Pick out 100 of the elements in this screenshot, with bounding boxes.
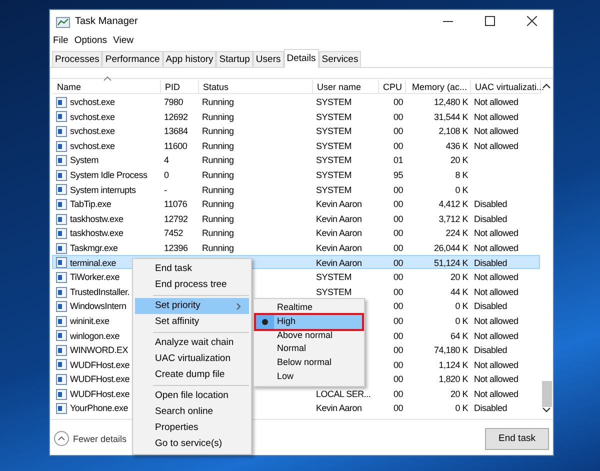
process-status: Running	[202, 125, 234, 138]
collapse-icon[interactable]	[54, 431, 69, 446]
column-header[interactable]: CPU	[379, 80, 406, 94]
memory-usage: 20 K	[450, 388, 468, 401]
memory-usage: 64 K	[450, 330, 468, 342]
app-icon	[56, 301, 67, 312]
menu-item[interactable]: Go to service(s)	[135, 436, 249, 452]
cpu-usage: 00	[393, 300, 403, 314]
process-name[interactable]: taskhostw.exe	[70, 226, 124, 241]
process-name[interactable]: svchost.exe	[70, 138, 115, 154]
tab[interactable]: Services	[318, 51, 362, 67]
process-name[interactable]: Taskmgr.exe	[70, 240, 118, 256]
app-icon	[56, 242, 67, 254]
process-name[interactable]: WUDFHost.exe	[70, 372, 130, 387]
scroll-down-icon[interactable]	[542, 407, 551, 414]
menu-item[interactable]: Create dump file	[135, 367, 249, 383]
user-name: LOCAL SER...	[316, 388, 371, 401]
process-name[interactable]: TabTip.exe	[70, 197, 112, 212]
cpu-usage: 00	[393, 388, 403, 401]
user-name: SYSTEM	[316, 110, 352, 124]
process-name[interactable]: System	[70, 153, 99, 168]
process-name[interactable]: System interrupts	[70, 182, 136, 198]
uac-status: Not allowed	[474, 286, 518, 299]
menu-item[interactable]: Normal	[256, 342, 362, 356]
process-name[interactable]: WUDFHost.exe	[70, 358, 130, 372]
user-name: Kevin Aaron	[316, 212, 362, 226]
tab[interactable]: Details	[284, 49, 319, 68]
process-id: 12792	[164, 212, 188, 226]
tab[interactable]: Performance	[102, 51, 163, 67]
menu-item[interactable]: Search online	[135, 404, 249, 420]
process-status: Running	[202, 227, 234, 240]
app-icon	[56, 170, 67, 181]
menu-item[interactable]: Open file location	[135, 388, 249, 404]
column-header[interactable]: Status	[199, 80, 313, 94]
menu-item[interactable]: Below normal	[256, 356, 362, 370]
tab[interactable]: Users	[252, 51, 284, 67]
tab[interactable]: Processes	[52, 51, 102, 67]
user-name: Kevin Aaron	[316, 402, 362, 416]
process-name[interactable]: TiWorker.exe	[70, 270, 120, 285]
cpu-usage: 01	[393, 154, 403, 168]
memory-usage: 26,044 K	[434, 242, 468, 255]
app-icon	[56, 155, 67, 166]
scrollbar-thumb[interactable]	[542, 381, 552, 408]
tab[interactable]: Startup	[216, 51, 253, 67]
process-name[interactable]: YourPhone.exe	[70, 401, 128, 416]
user-name: SYSTEM	[316, 125, 352, 138]
menu-item[interactable]: End task	[135, 261, 249, 277]
menu-item[interactable]: Set priority	[135, 298, 249, 314]
column-header[interactable]: User name	[313, 80, 379, 94]
memory-usage: 8 K	[455, 168, 468, 182]
cpu-usage: 00	[393, 330, 403, 342]
app-icon	[56, 316, 67, 327]
process-name[interactable]: terminal.exe	[70, 256, 116, 270]
cpu-usage: 95	[393, 168, 403, 182]
process-id: 0	[164, 168, 169, 182]
process-name[interactable]: WindowsIntern	[70, 299, 126, 314]
cpu-usage: 00	[393, 373, 403, 386]
user-name: Kevin Aaron	[316, 242, 362, 255]
menu-bar-item[interactable]: Options	[74, 34, 108, 46]
menu-bar-item[interactable]: File	[53, 34, 68, 46]
memory-usage: 224 K	[446, 227, 468, 240]
tab[interactable]: App history	[162, 51, 216, 67]
app-icon	[56, 126, 67, 137]
cpu-usage: 00	[393, 96, 403, 109]
uac-status: Not allowed	[474, 96, 518, 109]
end-task-button[interactable]: End task	[485, 428, 549, 450]
process-name[interactable]: WINWORD.EX	[70, 343, 128, 358]
process-name[interactable]: svchost.exe	[70, 95, 115, 110]
process-name[interactable]: WUDFHost.exe	[70, 386, 130, 402]
menu-bar-item[interactable]: View	[113, 34, 134, 46]
menu-item[interactable]: Analyze wait chain	[135, 335, 249, 351]
column-header[interactable]: PID	[161, 80, 199, 94]
process-name[interactable]: wininit.exe	[70, 314, 110, 328]
process-name[interactable]: winlogon.exe	[70, 328, 120, 344]
uac-status: Disabled	[474, 198, 508, 212]
scroll-up-icon[interactable]	[542, 83, 551, 89]
maximize-icon[interactable]	[485, 16, 495, 26]
menu-item[interactable]: Above normal	[256, 328, 362, 342]
memory-usage: 20 K	[450, 271, 468, 284]
fewer-details-link[interactable]: Fewer details	[73, 434, 127, 444]
menu-item[interactable]: Set affinity	[135, 314, 249, 330]
app-icon	[56, 388, 67, 400]
menu-item[interactable]: Properties	[135, 420, 249, 436]
menu-item[interactable]: UAC virtualization	[135, 351, 249, 367]
menu-item[interactable]: Realtime	[256, 301, 362, 315]
process-name[interactable]: svchost.exe	[70, 110, 115, 124]
close-icon[interactable]	[527, 16, 537, 26]
user-name: SYSTEM	[316, 140, 352, 153]
menu-item[interactable]: Low	[256, 370, 362, 384]
process-name[interactable]: svchost.exe	[70, 124, 115, 139]
column-header[interactable]: Memory (ac...	[406, 80, 471, 94]
process-name[interactable]: TrustedInstaller.	[70, 284, 130, 300]
menu-item[interactable]: High	[256, 314, 362, 329]
uac-status: Not allowed	[474, 314, 518, 328]
process-id: 12692	[164, 110, 188, 124]
process-name[interactable]: System Idle Process	[70, 168, 148, 183]
app-window-icon	[56, 14, 70, 28]
column-header[interactable]: Name	[53, 80, 161, 94]
menu-item[interactable]: End process tree	[135, 277, 249, 293]
process-name[interactable]: taskhostw.exe	[70, 212, 124, 226]
